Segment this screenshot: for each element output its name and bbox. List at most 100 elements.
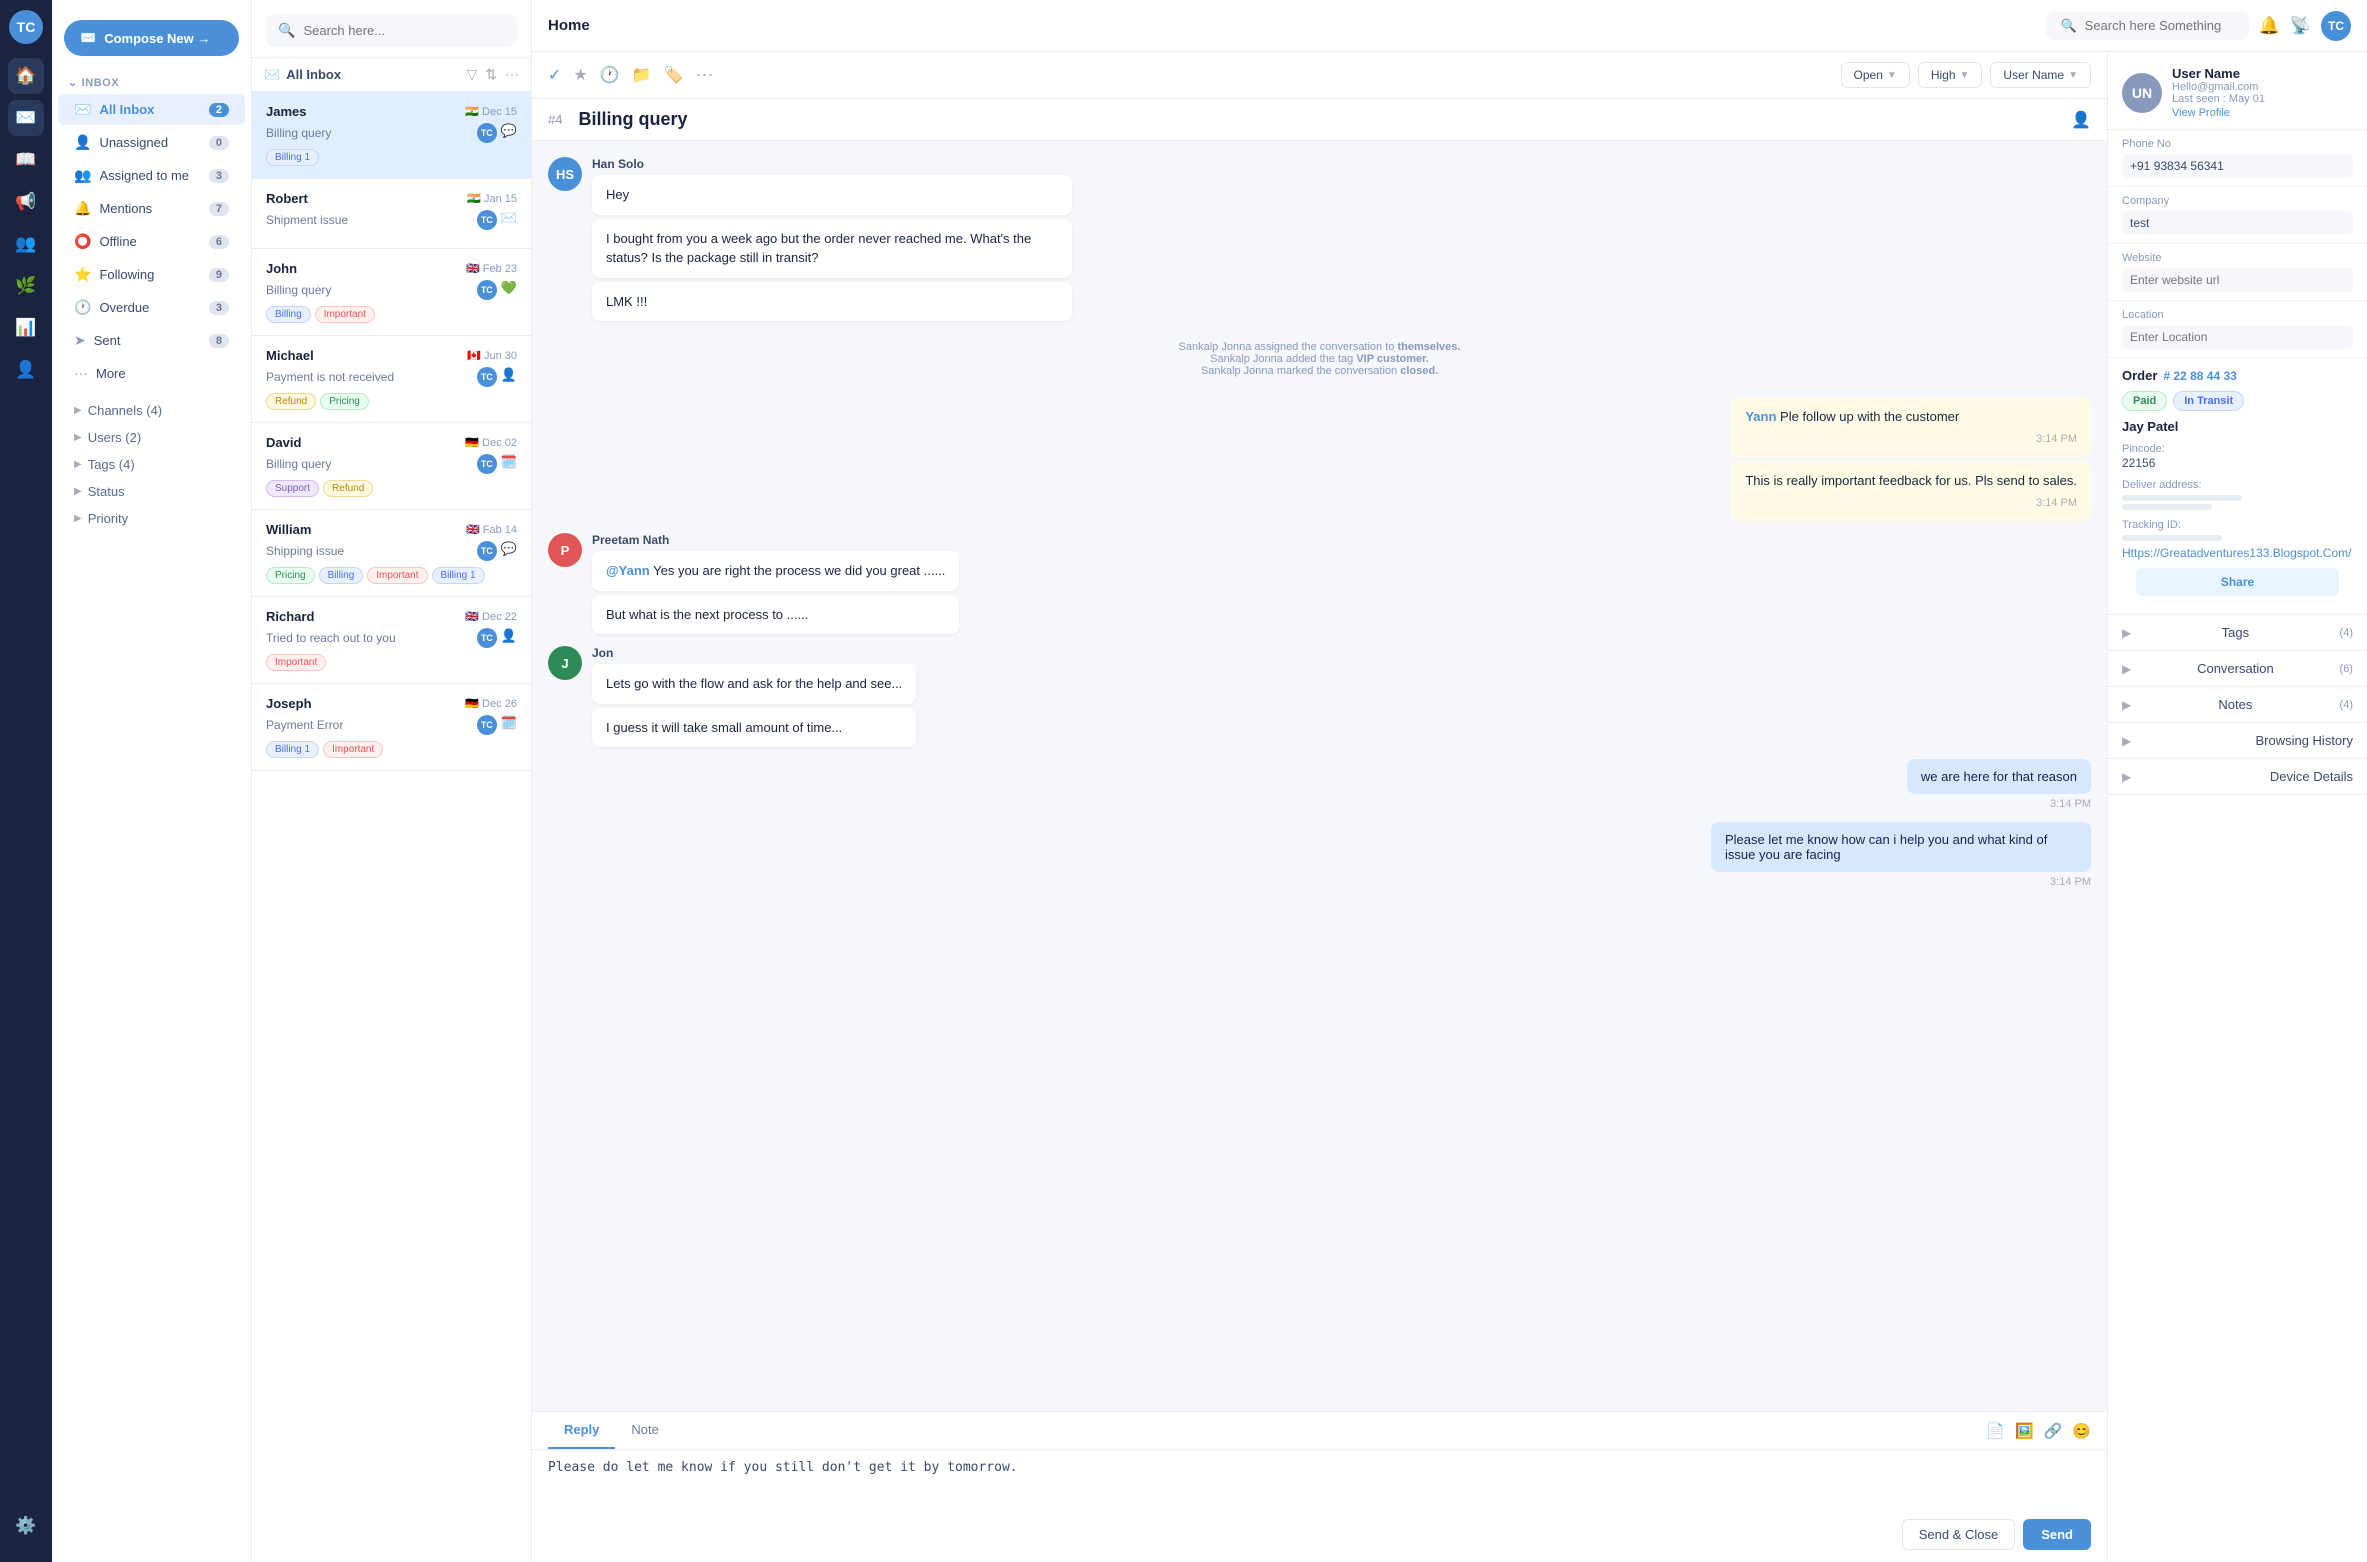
msg-preetam-text2: But what is the next process to ......: [592, 595, 959, 635]
channels-group[interactable]: ▶ Channels (4): [58, 399, 245, 422]
rp-user-name: User Name: [2172, 66, 2265, 81]
priority-dropdown[interactable]: High ▼: [1918, 62, 1983, 88]
sidebar-item-following[interactable]: ⭐ Following 9: [58, 259, 245, 290]
nav-book-icon[interactable]: 📖: [8, 142, 44, 178]
conv-item-richard[interactable]: Richard 🇬🇧 Dec 22 Tried to reach out to …: [252, 597, 531, 684]
sidebar-item-all-inbox[interactable]: ✉️ All Inbox 2: [58, 94, 245, 125]
nav-settings-icon[interactable]: ⚙️: [8, 1508, 44, 1544]
star-icon[interactable]: ★: [573, 65, 587, 85]
all-inbox-icon: ✉️: [74, 101, 91, 118]
rp-website-input[interactable]: [2122, 268, 2353, 292]
user-dropdown[interactable]: User Name ▼: [1990, 62, 2091, 88]
conv-michael-channel-icon: 👤: [501, 367, 517, 387]
sidebar-item-mentions[interactable]: 🔔 Mentions 7: [58, 193, 245, 224]
nav-announce-icon[interactable]: 📢: [8, 184, 44, 220]
tag-david-refund: Refund: [323, 480, 373, 497]
mentions-label: Mentions: [99, 201, 152, 216]
sidebar-item-unassigned[interactable]: 👤 Unassigned 0: [58, 127, 245, 158]
nav-contacts-icon[interactable]: 👥: [8, 226, 44, 262]
conv-john-preview: Billing query: [266, 283, 331, 297]
rp-location-input[interactable]: [2122, 325, 2353, 349]
msg-sent1-timestamp: 3:14 PM: [1907, 798, 2091, 810]
conv-michael-avatar: TC: [477, 367, 497, 387]
sidebar: ✉️ Compose New → ⌄ Inbox ✉️ All Inbox 2 …: [52, 0, 252, 1562]
send-close-button[interactable]: Send & Close: [1902, 1519, 2016, 1550]
view-profile-link[interactable]: View Profile: [2172, 107, 2265, 119]
send-button[interactable]: Send: [2023, 1519, 2091, 1550]
rp-tracking-field: Tracking ID:: [2122, 516, 2353, 541]
more-options-icon[interactable]: ⋯: [505, 66, 519, 83]
conv-item-michael[interactable]: Michael 🇨🇦 Jun 30 Payment is not receive…: [252, 336, 531, 423]
rp-conversation-section[interactable]: ▶ Conversation (6): [2108, 651, 2367, 687]
rp-share-button[interactable]: Share: [2136, 568, 2339, 596]
sidebar-item-more[interactable]: ··· More: [58, 358, 245, 388]
nav-home-icon[interactable]: 🏠: [8, 58, 44, 94]
rp-device-section[interactable]: ▶ Device Details: [2108, 759, 2367, 795]
conv-item-robert[interactable]: Robert 🇮🇳 Jan 15 Shipment issue TC ✉️: [252, 179, 531, 249]
chat-area: Home 🔍 🔔 📡 TC ✓ ★ 🕐 📁: [532, 0, 2367, 1562]
priority-group[interactable]: ▶ Priority: [58, 507, 245, 530]
conv-item-john[interactable]: John 🇬🇧 Feb 23 Billing query TC 💚 Billin…: [252, 249, 531, 336]
emoji-icon[interactable]: 😊: [2072, 1422, 2091, 1440]
rp-browsing-section[interactable]: ▶ Browsing History: [2108, 723, 2367, 759]
search-input[interactable]: [303, 23, 505, 38]
msg-preetam-text1: @Yann Yes you are right the process we d…: [592, 551, 959, 591]
conv-item-david[interactable]: David 🇩🇪 Dec 02 Billing query TC 🗓️ Supp…: [252, 423, 531, 510]
link-icon[interactable]: 🔗: [2044, 1422, 2063, 1440]
reply-input[interactable]: Please do let me know if you still don't…: [548, 1460, 2091, 1500]
signal-icon[interactable]: 📡: [2290, 16, 2311, 36]
assign-icon[interactable]: 👤: [2071, 110, 2091, 130]
nav-person-icon[interactable]: 👤: [8, 352, 44, 388]
compose-button[interactable]: ✉️ Compose New →: [64, 20, 239, 56]
sidebar-item-overdue[interactable]: 🕐 Overdue 3: [58, 292, 245, 323]
status-dropdown[interactable]: Open ▼: [1841, 62, 1910, 88]
clock-icon[interactable]: 🕐: [600, 65, 620, 85]
conv-item-james[interactable]: James 🇮🇳 Dec 15 Billing query TC 💬 Billi…: [252, 92, 531, 179]
msg-han-text3: LMK !!!: [592, 282, 1072, 322]
conv-item-william[interactable]: William 🇬🇧 Fab 14 Shipping issue TC 💬 Pr…: [252, 510, 531, 597]
checkmark-icon[interactable]: ✓: [548, 65, 561, 85]
user-chevron: ▼: [2068, 70, 2078, 81]
sidebar-item-sent[interactable]: ➤ Sent 8: [58, 325, 245, 356]
tags-label: Tags (4): [88, 457, 135, 472]
tags-group[interactable]: ▶ Tags (4): [58, 453, 245, 476]
tag-icon[interactable]: 🏷️: [664, 65, 684, 85]
rp-notes-section[interactable]: ▶ Notes (4): [2108, 687, 2367, 723]
conv-item-joseph[interactable]: Joseph 🇩🇪 Dec 26 Payment Error TC 🗓️ Bil…: [252, 684, 531, 771]
conv-john-name: John: [266, 261, 297, 276]
sidebar-item-offline[interactable]: ⭕ Offline 6: [58, 226, 245, 257]
nav-chart-icon[interactable]: 📊: [8, 310, 44, 346]
folder-icon[interactable]: 📁: [632, 65, 652, 85]
rp-notes-badge: (4): [2340, 699, 2353, 711]
header-search-input[interactable]: [2085, 18, 2235, 33]
header-user-badge[interactable]: TC: [2321, 11, 2351, 41]
rp-tags-section[interactable]: ▶ Tags (4): [2108, 615, 2367, 651]
msg-han-text2: I bought from you a week ago but the ord…: [592, 219, 1072, 278]
users-group[interactable]: ▶ Users (2): [58, 426, 245, 449]
rp-tracking-link[interactable]: Https://Greatadventures133.Blogspot.Com/: [2122, 546, 2351, 560]
conv-robert-channel-icon: ✉️: [501, 210, 517, 230]
user-avatar[interactable]: TC: [9, 10, 43, 44]
unassigned-label: Unassigned: [99, 135, 168, 150]
nav-mail-icon[interactable]: ✉️: [8, 100, 44, 136]
nav-tree-icon[interactable]: 🌿: [8, 268, 44, 304]
conv-james-date: 🇮🇳 Dec 15: [465, 105, 517, 118]
image-icon[interactable]: 🖼️: [2015, 1422, 2034, 1440]
more-dots-icon[interactable]: ⋯: [696, 65, 714, 86]
sidebar-item-assigned[interactable]: 👥 Assigned to me 3: [58, 160, 245, 191]
reply-tab-note[interactable]: Note: [615, 1412, 674, 1449]
rp-user-header: UN User Name Hello@gmail.com Last seen :…: [2108, 52, 2367, 130]
rp-avatar: UN: [2122, 73, 2162, 113]
rp-tracking-label: Tracking ID:: [2122, 519, 2181, 531]
inbox-section-title[interactable]: ⌄ Inbox: [52, 72, 251, 93]
notification-bell-icon[interactable]: 🔔: [2259, 16, 2280, 36]
status-group[interactable]: ▶ Status: [58, 480, 245, 503]
rp-pincode-field: Pincode: 22156: [2122, 440, 2353, 470]
rp-browsing-chevron: ▶: [2122, 734, 2131, 748]
rp-conversation-chevron: ▶: [2122, 662, 2131, 676]
reply-tab-reply[interactable]: Reply: [548, 1412, 615, 1449]
sort-icon[interactable]: ⇅: [485, 66, 497, 83]
filter-icon[interactable]: ▽: [466, 66, 477, 83]
system-message: Sankalp Jonna assigned the conversation …: [548, 333, 2091, 385]
file-icon[interactable]: 📄: [1986, 1422, 2005, 1440]
